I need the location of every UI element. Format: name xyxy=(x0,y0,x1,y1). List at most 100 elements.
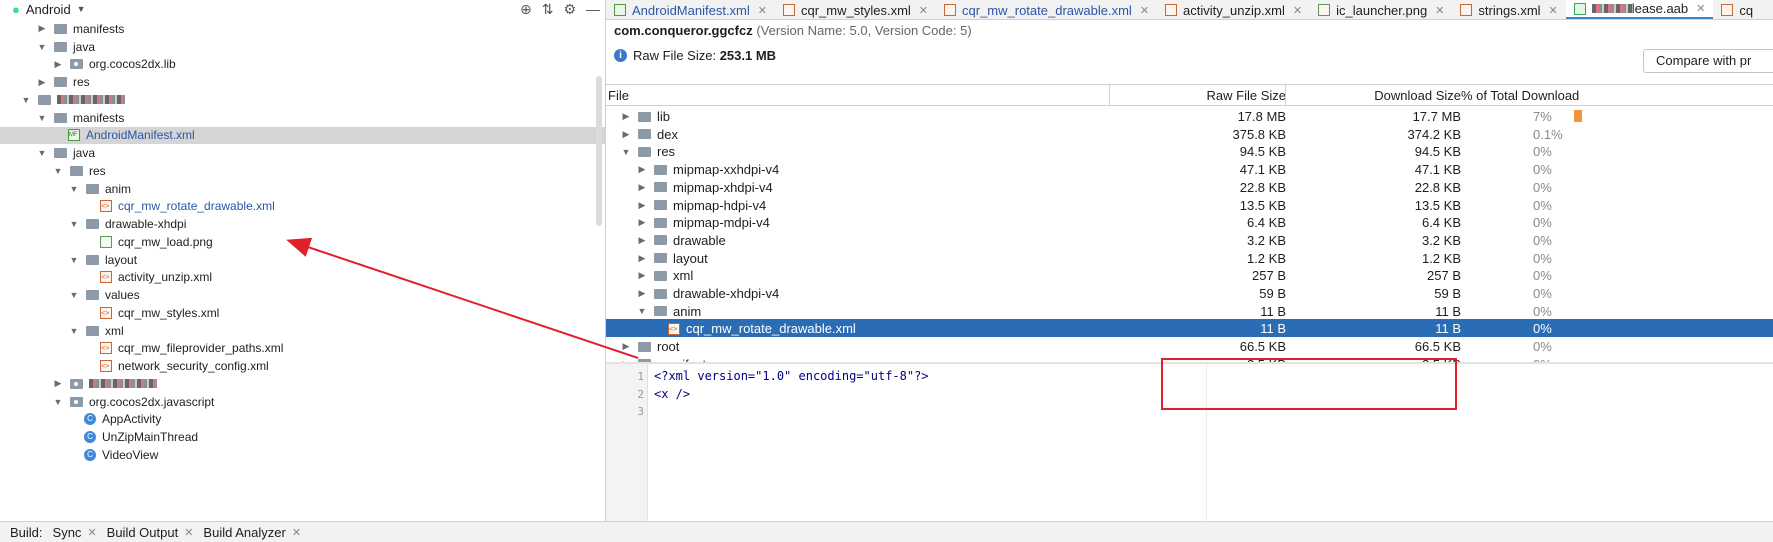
table-row[interactable]: ▶ mipmap-mdpi-v4 6.4 KB 6.4 KB 0% xyxy=(606,213,1773,231)
tree-item[interactable]: cqr_mw_fileprovider_paths.xml xyxy=(0,340,605,358)
tree-item[interactable]: C VideoView xyxy=(0,446,605,464)
tree-item[interactable]: ▶ org.cocos2dx.lib xyxy=(0,56,605,74)
close-icon[interactable]: ✕ xyxy=(758,4,767,17)
tree-item[interactable]: activity_unzip.xml xyxy=(0,269,605,287)
tree-item[interactable]: cqr_mw_load.png xyxy=(0,233,605,251)
chevron-right-icon[interactable]: ▶ xyxy=(636,253,648,264)
tab-sync[interactable]: Sync ✕ xyxy=(53,525,97,540)
editor-tab[interactable]: cqr_mw_rotate_drawable.xml ✕ xyxy=(936,0,1157,19)
chevron-down-icon[interactable]: ▼ xyxy=(52,397,64,407)
table-row[interactable]: ▼ res 94.5 KB 94.5 KB 0% xyxy=(606,142,1773,160)
tree-item[interactable]: cqr_mw_rotate_drawable.xml xyxy=(0,198,605,216)
chevron-down-icon[interactable]: ▼ xyxy=(68,219,80,229)
tree-item[interactable]: C UnZipMainThread xyxy=(0,428,605,446)
close-icon[interactable]: ✕ xyxy=(1293,4,1302,17)
table-row[interactable]: ▶ drawable-xhdpi-v4 59 B 59 B 0% xyxy=(606,284,1773,302)
chevron-down-icon[interactable]: ▼ xyxy=(620,147,632,157)
gear-icon[interactable]: ⚙ xyxy=(563,1,576,18)
chevron-right-icon[interactable]: ▶ xyxy=(52,378,64,389)
chevron-down-icon[interactable]: ▼ xyxy=(36,42,48,52)
tree-item[interactable]: ▼ xyxy=(0,91,605,109)
editor-tab[interactable]: ic_launcher.png ✕ xyxy=(1310,0,1452,19)
tab-build-output[interactable]: Build Output ✕ xyxy=(107,525,194,540)
tree-item[interactable]: ▼ anim xyxy=(0,180,605,198)
tree-item[interactable]: ▶ manifests xyxy=(0,20,605,38)
tree-item[interactable]: ▼ java xyxy=(0,38,605,56)
tree-item[interactable]: ▼ org.cocos2dx.javascript xyxy=(0,393,605,411)
collapse-all-icon[interactable]: ⇅ xyxy=(542,1,554,18)
tab-build-analyzer[interactable]: Build Analyzer ✕ xyxy=(203,525,301,540)
table-row[interactable]: ▶ layout 1.2 KB 1.2 KB 0% xyxy=(606,249,1773,267)
editor-tab[interactable]: cq xyxy=(1713,0,1761,19)
table-row[interactable]: ▼ anim 11 B 11 B 0% xyxy=(606,302,1773,320)
chevron-down-icon[interactable]: ▼ xyxy=(77,4,86,14)
editor-tab[interactable]: activity_unzip.xml ✕ xyxy=(1157,0,1310,19)
hide-icon[interactable]: — xyxy=(586,1,600,17)
close-icon[interactable]: ✕ xyxy=(184,526,193,539)
tree-item[interactable]: ▼ layout xyxy=(0,251,605,269)
editor-tab[interactable]: strings.xml ✕ xyxy=(1452,0,1565,19)
chevron-right-icon[interactable]: ▶ xyxy=(636,217,648,228)
chevron-down-icon[interactable]: ▼ xyxy=(36,148,48,158)
locate-icon[interactable]: ⊕ xyxy=(520,1,532,18)
table-row[interactable]: cqr_mw_rotate_drawable.xml 11 B 11 B 0% xyxy=(606,319,1773,338)
chevron-down-icon[interactable]: ▼ xyxy=(68,255,80,265)
chevron-right-icon[interactable]: ▶ xyxy=(36,77,48,88)
tree-item[interactable]: network_security_config.xml xyxy=(0,357,605,375)
tree-item[interactable]: C AppActivity xyxy=(0,411,605,429)
chevron-down-icon[interactable]: ▼ xyxy=(636,306,648,316)
chevron-right-icon[interactable]: ▶ xyxy=(636,164,648,175)
editor-tab[interactable]: lease.aab ✕ xyxy=(1565,0,1714,19)
chevron-right-icon[interactable]: ▶ xyxy=(620,129,632,140)
chevron-down-icon[interactable]: ▼ xyxy=(20,95,32,105)
table-row[interactable]: ▶ drawable 3.2 KB 3.2 KB 0% xyxy=(606,231,1773,249)
tree-item[interactable]: ▶ res xyxy=(0,73,605,91)
table-row[interactable]: ▶ xml 257 B 257 B 0% xyxy=(606,266,1773,284)
chevron-right-icon[interactable]: ▶ xyxy=(36,23,48,34)
chevron-right-icon[interactable]: ▶ xyxy=(636,200,648,211)
chevron-right-icon[interactable]: ▶ xyxy=(636,288,648,299)
tree-item[interactable]: ▼ xml xyxy=(0,322,605,340)
table-row[interactable]: ▶ mipmap-hdpi-v4 13.5 KB 13.5 KB 0% xyxy=(606,196,1773,214)
tree-item[interactable]: ▼ manifests xyxy=(0,109,605,127)
scrollbar[interactable] xyxy=(596,76,602,226)
column-raw-size[interactable]: Raw File Size xyxy=(1207,88,1286,103)
tree-item[interactable]: ▶ xyxy=(0,375,605,393)
chevron-right-icon[interactable]: ▶ xyxy=(620,341,632,352)
table-row[interactable]: ▶ dex 375.8 KB 374.2 KB 0.1% xyxy=(606,125,1773,143)
chevron-right-icon[interactable]: ▶ xyxy=(636,182,648,193)
editor-tab[interactable]: AndroidManifest.xml ✕ xyxy=(606,0,775,19)
close-icon[interactable]: ✕ xyxy=(1435,4,1444,17)
tree-item[interactable]: AndroidManifest.xml xyxy=(0,126,605,145)
chevron-down-icon[interactable]: ▼ xyxy=(68,290,80,300)
column-file[interactable]: File xyxy=(608,88,629,103)
close-icon[interactable]: ✕ xyxy=(292,526,301,539)
close-icon[interactable]: ✕ xyxy=(1696,2,1705,15)
table-row[interactable]: ▶ root 66.5 KB 66.5 KB 0% xyxy=(606,337,1773,355)
table-row[interactable]: ▶ lib 17.8 MB 17.7 MB 7% xyxy=(606,107,1773,125)
close-icon[interactable]: ✕ xyxy=(1549,4,1558,17)
project-view-selector[interactable]: Android xyxy=(26,2,71,17)
close-icon[interactable]: ✕ xyxy=(919,4,928,17)
chevron-right-icon[interactable]: ▶ xyxy=(636,235,648,246)
column-download-size[interactable]: Download Size xyxy=(1374,88,1461,103)
tree-item[interactable]: cqr_mw_styles.xml xyxy=(0,304,605,322)
close-icon[interactable]: ✕ xyxy=(87,526,96,539)
editor-tab[interactable]: cqr_mw_styles.xml ✕ xyxy=(775,0,936,19)
chevron-down-icon[interactable]: ▼ xyxy=(52,166,64,176)
chevron-right-icon[interactable]: ▶ xyxy=(636,270,648,281)
tree-item[interactable]: ▼ java xyxy=(0,144,605,162)
chevron-down-icon[interactable]: ▼ xyxy=(68,184,80,194)
close-icon[interactable]: ✕ xyxy=(1140,4,1149,17)
tree-item[interactable]: ▼ res xyxy=(0,162,605,180)
table-row[interactable]: ▶ mipmap-xhdpi-v4 22.8 KB 22.8 KB 0% xyxy=(606,178,1773,196)
column-percent-total[interactable]: % of Total Download xyxy=(1461,88,1579,103)
chevron-down-icon[interactable]: ▼ xyxy=(68,326,80,336)
tree-item[interactable]: ▼ drawable-xhdpi xyxy=(0,215,605,233)
compare-button[interactable]: Compare with pr xyxy=(1643,49,1773,73)
chevron-right-icon[interactable]: ▶ xyxy=(52,59,64,70)
chevron-right-icon[interactable]: ▶ xyxy=(620,111,632,122)
table-row[interactable]: ▶ mipmap-xxhdpi-v4 47.1 KB 47.1 KB 0% xyxy=(606,160,1773,178)
chevron-down-icon[interactable]: ▼ xyxy=(36,113,48,123)
tree-item[interactable]: ▼ values xyxy=(0,286,605,304)
